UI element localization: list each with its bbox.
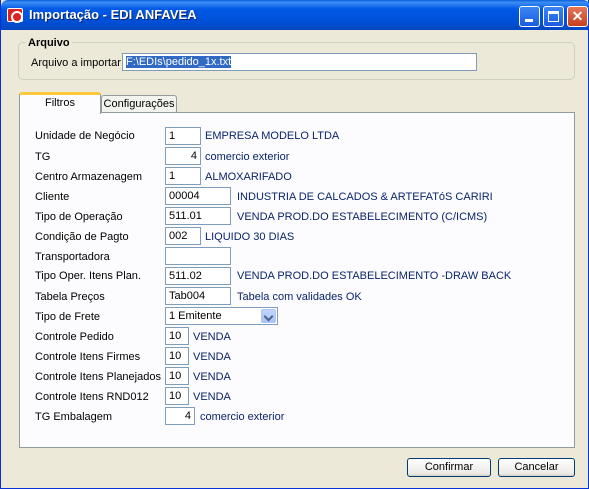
- minimize-icon: [525, 19, 533, 22]
- condicao-desc: LIQUIDO 30 DIAS: [205, 231, 295, 243]
- controle-planejados-label: Controle Itens Planejados: [35, 371, 161, 383]
- transportadora-input[interactable]: [165, 247, 231, 265]
- chevron-down-icon[interactable]: [261, 309, 276, 323]
- controle-pedido-label: Controle Pedido: [35, 331, 114, 343]
- controle-firmes-input[interactable]: 10: [165, 347, 189, 365]
- unidade-desc: EMPRESA MODELO LTDA: [205, 130, 340, 142]
- unidade-label: Unidade de Negócio: [35, 130, 135, 142]
- tab-filtros[interactable]: Filtros: [19, 92, 101, 114]
- tipo-operacao-label: Tipo de Operação: [35, 211, 123, 223]
- tg-embalagem-label: TG Embalagem: [35, 411, 113, 423]
- controle-rnd-label: Controle Itens RND012: [35, 391, 149, 403]
- tg-input[interactable]: 4: [165, 147, 201, 165]
- tipo-operacao-input[interactable]: 511.01: [165, 207, 231, 225]
- cliente-label: Cliente: [35, 191, 70, 203]
- cliente-desc: INDUSTRIA DE CALCADOS & ARTEFATóS CARIRI: [237, 191, 493, 203]
- controle-pedido-input[interactable]: 10: [165, 327, 189, 345]
- minimize-button[interactable]: [519, 6, 540, 27]
- tipo-oper-itens-desc: VENDA PROD.DO ESTABELECIMENTO -DRAW BACK: [237, 270, 512, 282]
- import-window: Importação - EDI ANFAVEA ✕ Arquivo Arqui…: [0, 0, 589, 489]
- tg-label: TG: [35, 151, 51, 163]
- tg-embalagem-desc: comercio exterior: [200, 411, 285, 423]
- arquivo-label: Arquivo a importar: [31, 57, 121, 69]
- centro-desc: ALMOXARIFADO: [205, 171, 292, 183]
- tipo-frete-value: 1 Emitente: [169, 310, 222, 322]
- close-icon: ✕: [571, 8, 584, 24]
- tabela-precos-label: Tabela Preços: [35, 291, 105, 303]
- controle-planejados-input[interactable]: 10: [165, 367, 189, 385]
- controle-pedido-desc: VENDA: [193, 331, 231, 343]
- transportadora-label: Transportadora: [35, 251, 110, 263]
- tg-embalagem-input[interactable]: 4: [165, 407, 195, 425]
- condicao-input[interactable]: 002: [165, 227, 201, 245]
- tipo-operacao-desc: VENDA PROD.DO ESTABELECIMENTO (C/ICMS): [237, 211, 488, 223]
- maximize-button[interactable]: [543, 6, 564, 27]
- controle-firmes-desc: VENDA: [193, 351, 231, 363]
- tipo-frete-label: Tipo de Frete: [35, 311, 101, 323]
- centro-label: Centro Armazenagem: [35, 171, 142, 183]
- centro-input[interactable]: 1: [165, 167, 201, 185]
- tipo-oper-itens-input[interactable]: 511.02: [165, 267, 231, 285]
- cancel-button[interactable]: Cancelar: [498, 458, 575, 477]
- controle-rnd-desc: VENDA: [193, 391, 231, 403]
- maximize-icon: [548, 11, 559, 22]
- cliente-input[interactable]: 00004: [165, 187, 231, 205]
- tabela-precos-desc: Tabela com validades OK: [237, 291, 362, 303]
- condicao-label: Condição de Pagto: [35, 231, 129, 243]
- window-title: Importação - EDI ANFAVEA: [29, 7, 197, 22]
- confirm-button[interactable]: Confirmar: [407, 458, 491, 477]
- controle-rnd-input[interactable]: 10: [165, 387, 189, 405]
- tipo-oper-itens-label: Tipo Oper. Itens Plan.: [35, 270, 141, 282]
- title-bar[interactable]: Importação - EDI ANFAVEA ✕: [1, 0, 589, 30]
- app-icon: [7, 8, 23, 23]
- controle-firmes-label: Controle Itens Firmes: [35, 351, 141, 363]
- controle-planejados-desc: VENDA: [193, 371, 231, 383]
- tipo-frete-select[interactable]: 1 Emitente: [165, 307, 278, 325]
- arquivo-legend: Arquivo: [26, 37, 72, 49]
- close-button[interactable]: ✕: [567, 6, 588, 27]
- tg-desc: comercio exterior: [205, 151, 290, 163]
- arquivo-value: F:\EDIs\pedido_1x.txt: [126, 56, 232, 68]
- arquivo-input[interactable]: F:\EDIs\pedido_1x.txt: [122, 53, 477, 71]
- tab-configuracoes[interactable]: Configurações: [101, 95, 177, 113]
- unidade-input[interactable]: 1: [165, 127, 201, 145]
- tabela-precos-input[interactable]: Tab004: [165, 287, 231, 305]
